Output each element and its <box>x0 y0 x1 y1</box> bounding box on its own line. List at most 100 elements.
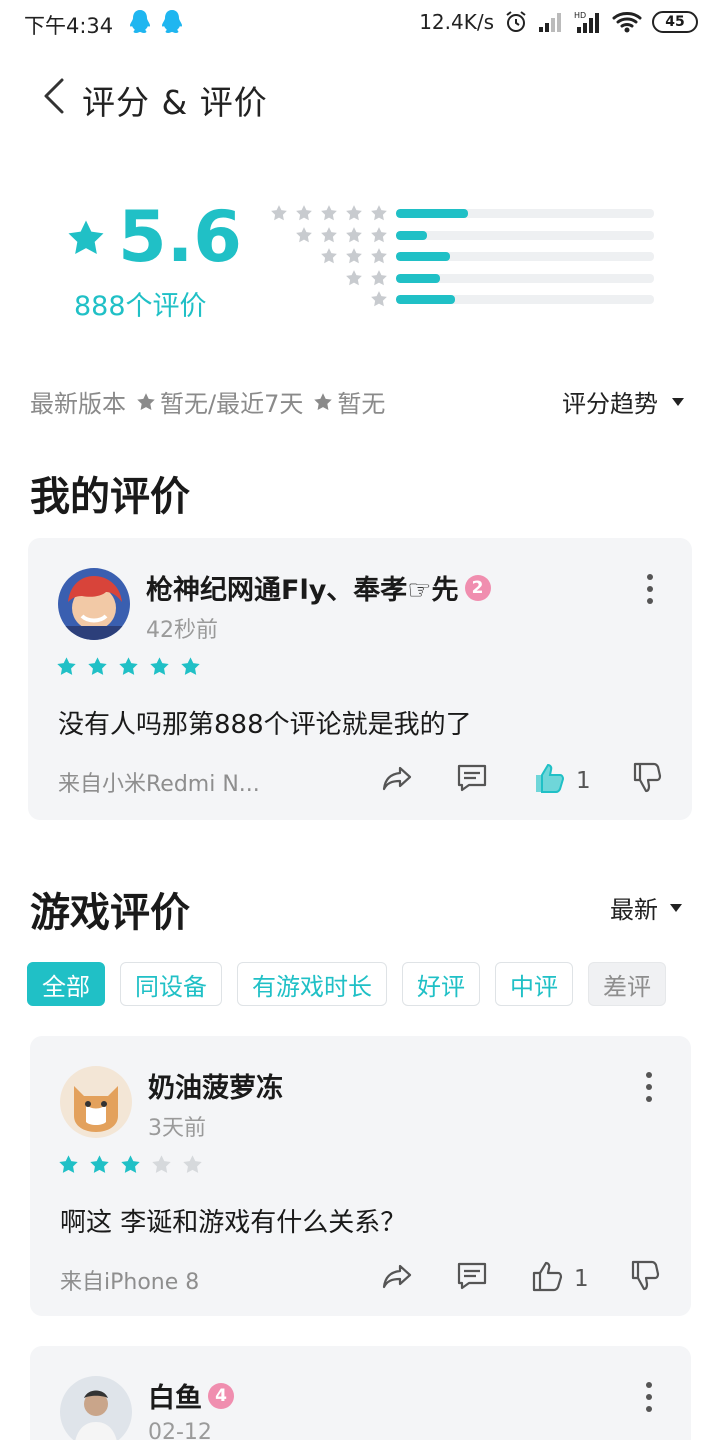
qq-icon <box>130 10 150 33</box>
reviewer-name-text: 白鱼 <box>148 1383 202 1414</box>
reviewer-name[interactable]: 奶油菠萝冻 <box>148 1066 283 1105</box>
rating-trend-dropdown[interactable]: 评分趋势 <box>562 384 684 419</box>
distribution-stars <box>270 204 388 222</box>
review-stars <box>56 656 201 677</box>
star-icon <box>150 657 169 675</box>
distribution-bar-track <box>396 273 654 283</box>
version-rating-line: 最新版本 暂无 /最近7天 暂无 <box>30 384 385 419</box>
star-icon <box>346 205 362 221</box>
star-icon <box>371 248 387 264</box>
review-text: 没有人吗那第888个评论就是我的了 <box>58 710 472 740</box>
filter-positive[interactable]: 好评 <box>402 962 480 1006</box>
distribution-bar-fill <box>396 230 427 240</box>
more-options-icon[interactable] <box>645 1382 653 1412</box>
star-icon <box>119 657 138 675</box>
average-score: 5.6 <box>118 196 243 278</box>
review-device: 来自小米Redmi N... <box>58 772 260 797</box>
star-icon <box>371 269 387 285</box>
battery-indicator: 45 <box>652 11 698 33</box>
wifi-icon <box>612 12 642 33</box>
thumbs-up-icon[interactable] <box>532 760 568 796</box>
star-icon <box>152 1155 171 1173</box>
distribution-bar-track <box>396 252 654 261</box>
star-icon <box>371 291 387 307</box>
thumbs-down-icon[interactable] <box>628 760 664 796</box>
distribution-bar-fill <box>396 295 456 304</box>
filter-same-device[interactable]: 同设备 <box>120 962 222 1006</box>
avatar[interactable] <box>60 1066 132 1138</box>
latest-version-label: 最新版本 <box>30 390 126 418</box>
more-options-icon[interactable] <box>645 1072 653 1102</box>
comment-icon[interactable] <box>454 1258 490 1294</box>
star-icon <box>57 657 76 675</box>
star-icon <box>88 657 107 675</box>
star-icon <box>321 205 337 221</box>
distribution-bar-track <box>396 230 654 240</box>
alarm-icon <box>506 11 526 32</box>
review-time: 42秒前 <box>146 618 218 643</box>
my-review-title: 我的评价 <box>30 474 190 520</box>
review-count: 888个评价 <box>74 291 207 322</box>
distribution-stars <box>370 290 388 308</box>
distribution-row <box>266 224 656 245</box>
avatar[interactable] <box>58 568 130 640</box>
reviewer-name-text: 枪神纪网通Fly、奉孝☞先 <box>146 575 459 606</box>
star-icon <box>271 205 287 221</box>
filter-neutral[interactable]: 中评 <box>495 962 573 1006</box>
star-icon <box>321 248 337 264</box>
star-icon <box>68 220 104 254</box>
rating-trend-label: 评分趋势 <box>562 390 658 418</box>
star-icon <box>296 226 312 242</box>
star-icon <box>346 248 362 264</box>
signal-icon <box>539 13 561 32</box>
reviewer-name[interactable]: 枪神纪网通Fly、奉孝☞先 2 <box>146 568 491 607</box>
signal-hd-icon: HD <box>574 11 599 33</box>
distribution-row <box>266 245 656 266</box>
sort-dropdown[interactable]: 最新 <box>610 890 682 925</box>
my-review-card: 枪神纪网通Fly、奉孝☞先 2 42秒前 没有人吗那第888个评论就是我的了 来… <box>28 538 692 820</box>
star-icon <box>137 392 155 410</box>
recent-value: 暂无 <box>337 390 386 418</box>
share-icon[interactable] <box>380 1258 416 1294</box>
review-time: 02-12 <box>148 1420 212 1440</box>
more-options-icon[interactable] <box>646 574 654 604</box>
like-count: 1 <box>576 768 591 794</box>
star-icon <box>90 1155 109 1173</box>
review-stars <box>58 1154 203 1175</box>
review-filter-tabs: 全部 同设备 有游戏时长 好评 中评 差评 <box>27 962 666 1006</box>
share-icon[interactable] <box>380 760 416 796</box>
avatar[interactable] <box>60 1376 132 1440</box>
thumbs-up-icon[interactable] <box>530 1258 566 1294</box>
level-badge: 2 <box>464 574 491 601</box>
star-icon <box>321 226 337 242</box>
distribution-row <box>266 267 656 288</box>
star-icon <box>371 226 387 242</box>
filter-all[interactable]: 全部 <box>27 962 105 1006</box>
star-icon <box>346 269 362 285</box>
latest-version-value: 暂无 <box>160 390 208 418</box>
review-time: 3天前 <box>148 1116 206 1141</box>
star-icon <box>181 657 200 675</box>
net-speed: 12.4K/s <box>419 10 494 34</box>
caret-down-icon <box>670 903 682 912</box>
comment-icon[interactable] <box>454 760 490 796</box>
distribution-row <box>266 288 656 309</box>
thumbs-down-icon[interactable] <box>626 1258 662 1294</box>
reviewer-name[interactable]: 白鱼 4 <box>148 1376 234 1415</box>
game-reviews-title: 游戏评价 <box>30 890 190 936</box>
rating-distribution <box>266 202 656 310</box>
filter-negative[interactable]: 差评 <box>588 962 666 1006</box>
star-icon <box>296 205 312 221</box>
back-arrow-icon[interactable] <box>36 74 72 118</box>
distribution-bar-fill <box>396 273 440 283</box>
star-icon <box>183 1155 202 1173</box>
qq-icon <box>162 10 182 33</box>
status-time: 下午4:34 <box>24 14 114 38</box>
review-card: 白鱼 4 02-12 <box>30 1346 691 1440</box>
status-bar: 下午4:34 12.4K/s HD 45 <box>0 0 720 44</box>
distribution-stars <box>320 247 388 265</box>
filter-has-playtime[interactable]: 有游戏时长 <box>237 962 387 1006</box>
like-count: 1 <box>574 1266 589 1292</box>
star-icon <box>371 205 387 221</box>
star-icon <box>121 1155 140 1173</box>
